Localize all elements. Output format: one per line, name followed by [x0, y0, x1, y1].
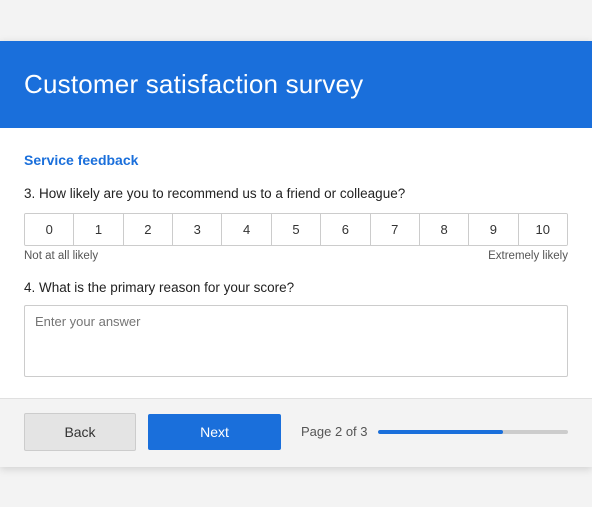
rating-cell[interactable]: 2: [124, 214, 173, 245]
rating-label-left: Not at all likely: [24, 250, 98, 262]
rating-cell[interactable]: 8: [420, 214, 469, 245]
question-3-number: 3.: [24, 186, 35, 201]
rating-cell[interactable]: 3: [173, 214, 222, 245]
survey-footer: Back Next Page 2 of 3: [0, 398, 592, 467]
progress-bar-background: [378, 430, 569, 434]
question-3-label: 3. How likely are you to recommend us to…: [24, 186, 568, 201]
progress-bar-fill: [378, 430, 504, 434]
rating-cell[interactable]: 6: [321, 214, 370, 245]
back-button[interactable]: Back: [24, 413, 136, 451]
rating-cell[interactable]: 7: [371, 214, 420, 245]
survey-container: Customer satisfaction survey Service fee…: [0, 41, 592, 467]
page-text: Page 2 of 3: [301, 424, 368, 439]
section-label: Service feedback: [24, 152, 568, 168]
survey-header: Customer satisfaction survey: [0, 41, 592, 128]
survey-title: Customer satisfaction survey: [24, 69, 568, 100]
question-3-text: How likely are you to recommend us to a …: [39, 186, 405, 201]
rating-cell[interactable]: 10: [519, 214, 567, 245]
rating-cell[interactable]: 0: [25, 214, 74, 245]
rating-scale-container: 012345678910 Not at all likely Extremely…: [24, 213, 568, 262]
rating-label-right: Extremely likely: [488, 250, 568, 262]
next-button[interactable]: Next: [148, 414, 281, 450]
question-4-number: 4.: [24, 280, 35, 295]
rating-scale: 012345678910: [24, 213, 568, 246]
rating-cell[interactable]: 1: [74, 214, 123, 245]
question-4-label: 4. What is the primary reason for your s…: [24, 280, 568, 295]
rating-cell[interactable]: 5: [272, 214, 321, 245]
question-4-text: What is the primary reason for your scor…: [39, 280, 294, 295]
answer-textarea[interactable]: [24, 305, 568, 377]
page-info: Page 2 of 3: [301, 424, 568, 439]
rating-labels: Not at all likely Extremely likely: [24, 250, 568, 262]
rating-cell[interactable]: 9: [469, 214, 518, 245]
rating-cell[interactable]: 4: [222, 214, 271, 245]
survey-body: Service feedback 3. How likely are you t…: [0, 128, 592, 398]
